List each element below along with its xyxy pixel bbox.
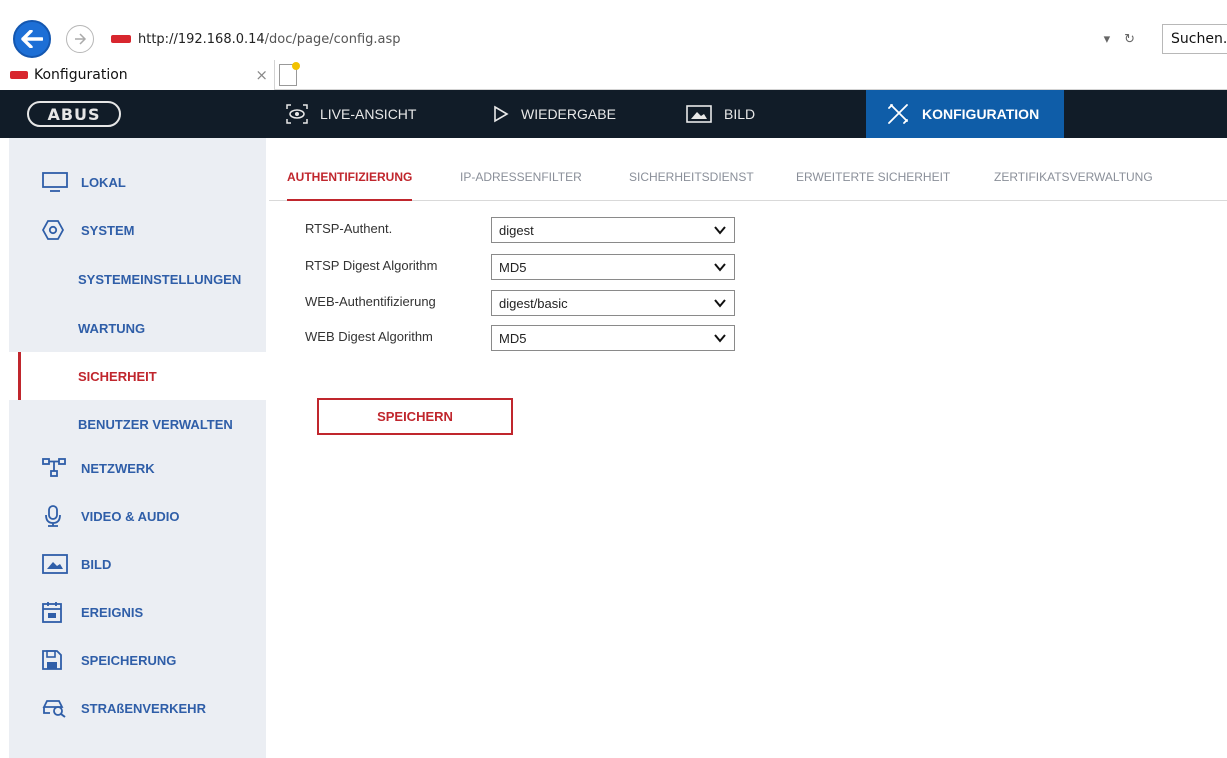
chevron-down-icon (714, 334, 726, 343)
close-icon[interactable]: × (255, 66, 268, 84)
nav-label: BILD (724, 106, 756, 122)
security-subtabs: AUTHENTIFIZIERUNG IP-ADRESSENFILTER SICH… (269, 155, 1227, 201)
sidebar-item-label: WARTUNG (78, 320, 146, 336)
sidebar-item-netzwerk[interactable]: NETZWERK (9, 444, 266, 492)
web-auth-label: WEB-Authentifizierung (305, 294, 436, 309)
sidebar-item-label: SYSTEMEINSTELLUNGEN (78, 271, 242, 287)
tab-authentifizierung[interactable]: AUTHENTIFIZIERUNG (287, 170, 413, 201)
nav-live-view[interactable]: LIVE-ANSICHT (286, 90, 456, 138)
select-value: digest/basic (499, 295, 568, 311)
sidebar-item-label: BENUTZER VERWALTEN (78, 416, 233, 432)
address-bar[interactable]: http://192.168.0.14/doc/page/config.asp (101, 27, 1151, 51)
nav-label: KONFIGURATION (922, 106, 1040, 122)
select-value: MD5 (499, 330, 527, 346)
tab-title: Konfiguration (34, 67, 128, 83)
sidebar-item-system[interactable]: SYSTEM (9, 206, 266, 254)
browser-tab[interactable]: Konfiguration × (0, 60, 275, 90)
web-digest-label: WEB Digest Algorithm (305, 329, 433, 344)
sidebar-item-label: BILD (81, 556, 112, 572)
save-button[interactable]: SPEICHERN (317, 398, 513, 435)
nav-image[interactable]: BILD (686, 90, 806, 138)
forward-button[interactable] (66, 25, 94, 53)
new-tab-icon[interactable] (279, 62, 300, 86)
address-actions: ▾ ↻ (1104, 27, 1135, 51)
select-value: digest (499, 222, 534, 238)
chevron-down-icon (714, 299, 726, 308)
site-favicon-icon (111, 35, 131, 43)
sidebar-item-sicherheit[interactable]: SICHERHEIT (9, 352, 266, 400)
image-icon (42, 554, 68, 574)
arrow-left-icon (21, 30, 43, 48)
chevron-down-icon (714, 263, 726, 272)
sidebar-item-benutzer-verwalten[interactable]: BENUTZER VERWALTEN (9, 400, 266, 448)
select-value: MD5 (499, 259, 527, 275)
tab-zertifikatsverwaltung[interactable]: ZERTIFIKATSVERWALTUNG (994, 170, 1153, 184)
sidebar-item-label: VIDEO & AUDIO (81, 508, 180, 524)
nav-label: LIVE-ANSICHT (320, 106, 417, 122)
web-digest-select[interactable]: MD5 (491, 325, 735, 351)
sidebar-item-label: SPEICHERUNG (81, 652, 177, 668)
tab-favicon-icon (10, 71, 28, 79)
play-icon (493, 105, 509, 123)
browser-toolbar: http://192.168.0.14/doc/page/config.asp … (0, 0, 1227, 60)
sidebar-item-lokal[interactable]: LOKAL (9, 158, 266, 206)
top-navigation: ABUS LIVE-ANSICHT WIEDERGABE BILD KONFIG… (0, 90, 1227, 138)
rtsp-digest-select[interactable]: MD5 (491, 254, 735, 280)
tab-erweiterte-sicherheit[interactable]: ERWEITERTE SICHERHEIT (796, 170, 950, 184)
refresh-icon[interactable]: ↻ (1124, 32, 1135, 47)
car-search-icon (42, 698, 66, 718)
sidebar-item-systemeinstellungen[interactable]: SYSTEMEINSTELLUNGEN (9, 255, 266, 303)
sidebar-item-video-audio[interactable]: VIDEO & AUDIO (9, 492, 266, 540)
microphone-icon (42, 505, 64, 527)
calendar-icon (42, 601, 62, 623)
abus-logo: ABUS (27, 101, 121, 127)
nav-playback[interactable]: WIEDERGABE (493, 90, 653, 138)
sidebar-item-label: SYSTEM (81, 222, 135, 238)
sidebar-item-label: NETZWERK (81, 460, 155, 476)
sidebar-item-label: STRAßENVERKEHR (81, 700, 206, 716)
back-button[interactable] (13, 20, 51, 58)
image-icon (686, 105, 712, 123)
tab-strip: Konfiguration × (0, 60, 1227, 90)
sidebar-item-ereignis[interactable]: EREIGNIS (9, 588, 266, 636)
sidebar-item-label: EREIGNIS (81, 604, 144, 620)
sidebar-item-label: SICHERHEIT (78, 368, 157, 384)
arrow-right-icon (75, 33, 87, 45)
dropdown-arrow-icon[interactable]: ▾ (1104, 32, 1111, 47)
nav-configuration[interactable]: KONFIGURATION (866, 90, 1064, 138)
tab-ip-adressenfilter[interactable]: IP-ADRESSENFILTER (460, 170, 582, 184)
tools-icon (886, 102, 910, 126)
sidebar-item-label: LOKAL (81, 174, 126, 190)
nav-label: WIEDERGABE (521, 106, 616, 122)
eye-icon (286, 104, 308, 124)
save-icon (42, 650, 62, 670)
gear-icon (42, 219, 64, 241)
chevron-down-icon (714, 226, 726, 235)
sidebar-item-wartung[interactable]: WARTUNG (9, 304, 266, 352)
monitor-icon (42, 172, 68, 192)
sidebar-item-bild[interactable]: BILD (9, 540, 266, 588)
rtsp-digest-label: RTSP Digest Algorithm (305, 258, 438, 273)
tab-sicherheitsdienst[interactable]: SICHERHEITSDIENST (629, 170, 754, 184)
web-auth-select[interactable]: digest/basic (491, 290, 735, 316)
network-icon (42, 457, 66, 479)
rtsp-auth-label: RTSP-Authent. (305, 221, 393, 236)
sidebar-item-speicherung[interactable]: SPEICHERUNG (9, 636, 266, 684)
sidebar: LOKAL SYSTEM SYSTEMEINSTELLUNGEN WARTUNG… (9, 138, 266, 758)
sidebar-item-strassenverkehr[interactable]: STRAßENVERKEHR (9, 684, 266, 732)
url-host: http://192.168.0.14 (138, 31, 265, 47)
rtsp-auth-select[interactable]: digest (491, 217, 735, 243)
search-input[interactable]: Suchen... (1162, 24, 1227, 54)
url-path: /doc/page/config.asp (264, 31, 401, 47)
